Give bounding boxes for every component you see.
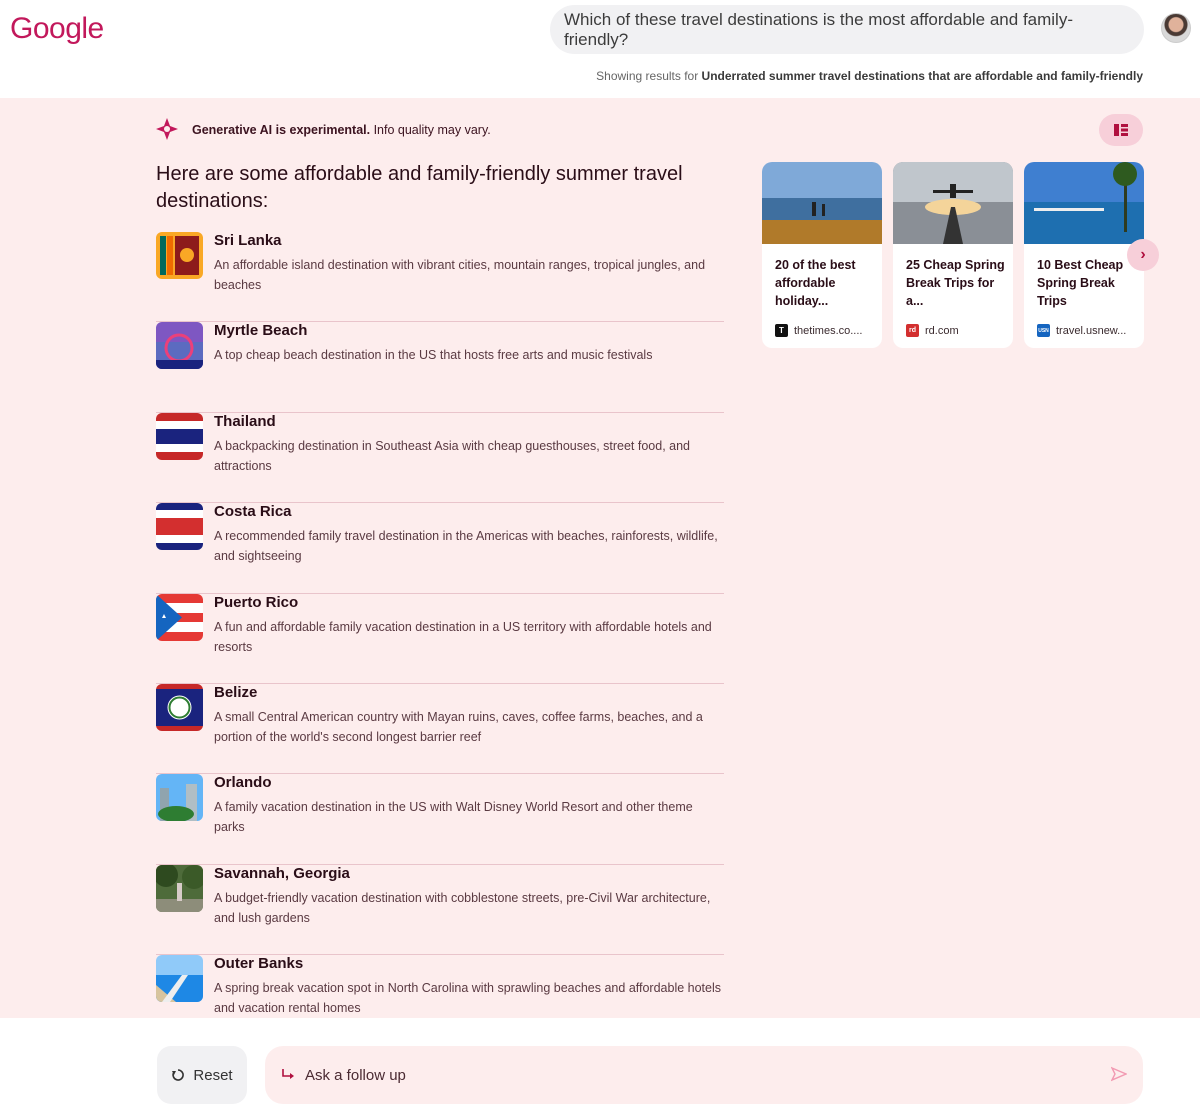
ai-experimental-notice: Generative AI is experimental. Info qual… xyxy=(192,123,491,137)
ai-overview-panel: Generative AI is experimental. Info qual… xyxy=(0,98,1200,1018)
destination-desc: A small Central American country with Ma… xyxy=(214,709,703,744)
destination-name: Savannah, Georgia xyxy=(214,864,350,882)
footer: Reset Ask a follow up xyxy=(0,1018,1200,1119)
showing-prefix: Showing results for xyxy=(596,69,699,83)
google-logo[interactable]: Google xyxy=(10,12,104,46)
destination-name: Orlando xyxy=(214,774,272,792)
follow-up-input[interactable]: Ask a follow up xyxy=(265,1046,1143,1104)
source-card[interactable]: 20 of the best affordable holiday... T t… xyxy=(762,162,882,348)
search-query-text: Which of these travel destinations is th… xyxy=(564,9,1073,49)
source-card-image xyxy=(1024,162,1144,244)
thetimes-favicon-icon: T xyxy=(775,324,788,337)
source-cards: 20 of the best affordable holiday... T t… xyxy=(762,162,1144,348)
source-card-image xyxy=(893,162,1013,244)
source-site-label: travel.usnew... xyxy=(1056,324,1127,337)
source-card-site: T thetimes.co.... xyxy=(775,324,862,337)
list-item[interactable]: Sri Lanka An affordable island destinati… xyxy=(156,232,724,323)
sparkle-icon xyxy=(156,118,178,140)
thailand-flag-thumbnail xyxy=(156,412,203,460)
source-site-label: thetimes.co.... xyxy=(794,324,863,337)
destination-name: Costa Rica xyxy=(214,503,292,521)
destination-name: Outer Banks xyxy=(214,955,304,973)
ai-headline: Here are some affordable and family-frie… xyxy=(156,163,683,212)
destination-name: Myrtle Beach xyxy=(214,322,308,340)
reset-label: Reset xyxy=(193,1066,233,1084)
source-card-title: 20 of the best affordable holiday... xyxy=(775,258,856,308)
showing-results-text: Showing results for Underrated summer tr… xyxy=(596,69,1143,83)
destination-desc: A family vacation destination in the US … xyxy=(214,800,693,835)
destination-desc: A budget-friendly vacation destination w… xyxy=(214,890,711,925)
outer-banks-thumbnail xyxy=(156,955,203,1003)
destination-name: Belize xyxy=(214,683,258,701)
source-site-label: rd.com xyxy=(925,324,959,337)
savannah-thumbnail xyxy=(156,864,203,912)
header: Google Which of these travel destination… xyxy=(0,0,1200,98)
destination-name: Sri Lanka xyxy=(214,232,282,249)
source-card-image xyxy=(762,162,882,244)
chevron-right-icon: › xyxy=(1140,246,1146,263)
list-item[interactable]: Thailand A backpacking destination in So… xyxy=(156,412,724,504)
rd-favicon-icon: rd xyxy=(906,324,919,337)
next-sources-button[interactable]: › xyxy=(1127,239,1159,271)
list-item[interactable]: Costa Rica A recommended family travel d… xyxy=(156,503,724,594)
destination-list: Sri Lanka An affordable island destinati… xyxy=(156,232,724,1046)
follow-up-placeholder: Ask a follow up xyxy=(305,1066,406,1084)
send-icon[interactable] xyxy=(1111,1066,1127,1082)
sri-lanka-flag-thumbnail xyxy=(156,232,203,279)
orlando-thumbnail xyxy=(156,774,203,822)
list-item[interactable]: Belize A small Central American country … xyxy=(156,683,724,775)
source-card[interactable]: 10 Best Cheap Spring Break Trips USN tra… xyxy=(1024,162,1144,348)
belize-flag-thumbnail xyxy=(156,683,203,731)
usnews-favicon-icon: USN xyxy=(1037,324,1050,337)
list-item[interactable]: Puerto Rico A fun and affordable family … xyxy=(156,593,724,684)
destination-desc: An affordable island destination with vi… xyxy=(214,258,706,292)
layout-icon xyxy=(1114,124,1128,136)
reset-button[interactable]: Reset xyxy=(157,1046,247,1104)
myrtle-beach-thumbnail xyxy=(156,322,203,370)
layout-toggle-button[interactable] xyxy=(1099,114,1143,146)
source-card[interactable]: 25 Cheap Spring Break Trips for a... rd … xyxy=(893,162,1013,348)
list-item[interactable]: Myrtle Beach A top cheap beach destinati… xyxy=(156,322,724,413)
follow-up-arrow-icon xyxy=(282,1069,294,1079)
source-card-title: 25 Cheap Spring Break Trips for a... xyxy=(906,258,1005,308)
notice-rest: Info quality may vary. xyxy=(370,123,491,137)
destination-name: Puerto Rico xyxy=(214,593,299,611)
destination-name: Thailand xyxy=(214,412,276,430)
destination-desc: A spring break vacation spot in North Ca… xyxy=(214,981,722,1016)
showing-query-link[interactable]: Underrated summer travel destinations th… xyxy=(702,69,1143,83)
destination-desc: A fun and affordable family vacation des… xyxy=(214,619,712,654)
puerto-rico-flag-thumbnail xyxy=(156,593,203,641)
source-card-title: 10 Best Cheap Spring Break Trips xyxy=(1037,258,1124,308)
source-card-site: USN travel.usnew... xyxy=(1037,324,1126,337)
list-item[interactable]: Savannah, Georgia A budget-friendly vaca… xyxy=(156,864,724,956)
avatar[interactable] xyxy=(1161,13,1191,43)
source-card-site: rd rd.com xyxy=(906,324,959,337)
destination-desc: A top cheap beach destination in the US … xyxy=(214,348,653,363)
reset-icon xyxy=(172,1069,185,1081)
costa-rica-flag-thumbnail xyxy=(156,503,203,551)
search-query-box[interactable]: Which of these travel destinations is th… xyxy=(550,5,1144,54)
destination-desc: A backpacking destination in Southeast A… xyxy=(214,438,691,473)
list-item[interactable]: Orlando A family vacation destination in… xyxy=(156,774,724,865)
notice-bold: Generative AI is experimental. xyxy=(192,123,371,137)
destination-desc: A recommended family travel destination … xyxy=(214,529,718,564)
